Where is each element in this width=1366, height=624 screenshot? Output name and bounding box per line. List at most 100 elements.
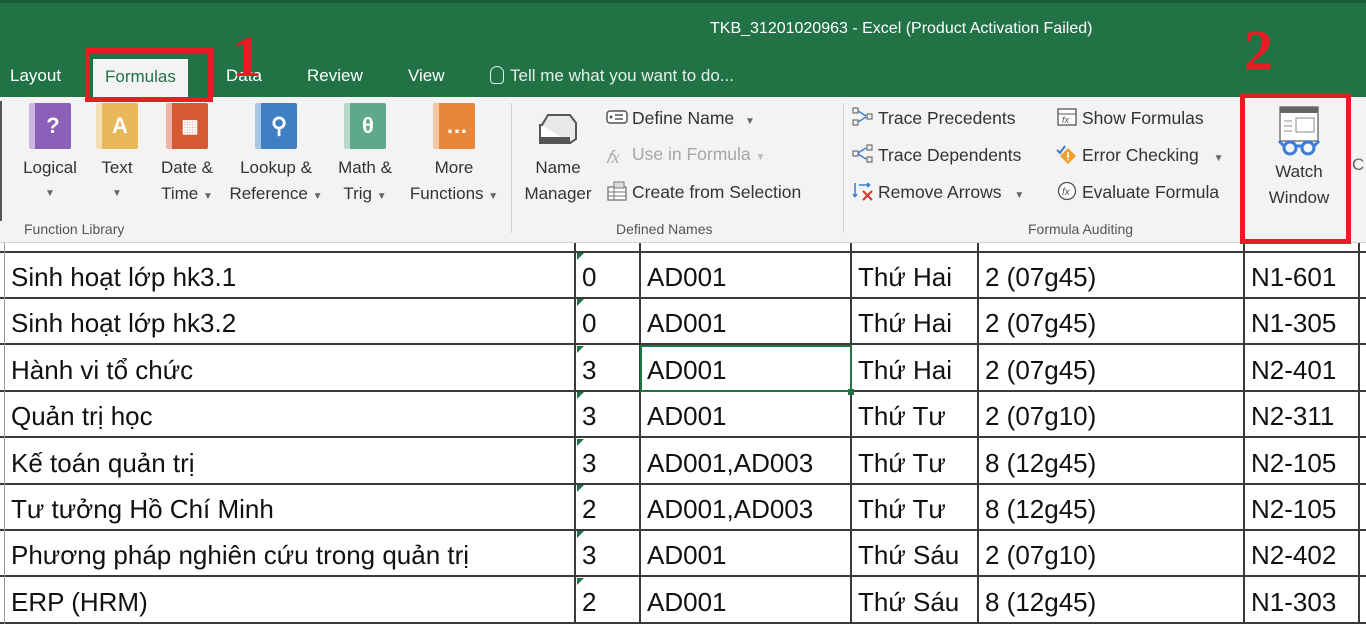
- cell-subject[interactable]: Phương pháp nghiên cứu trong quản trị: [5, 531, 574, 577]
- table-row: Sinh hoạt lớp hk3.1 0 AD001 Thứ Hai 2 (07g45…: [0, 253, 1366, 299]
- formula-auditing-label: Formula Auditing: [1028, 221, 1134, 237]
- lookup-reference-button[interactable]: ⚲ Lookup & Reference ▼: [224, 103, 328, 210]
- group-separator: [843, 103, 844, 233]
- tab-page-layout[interactable]: Layout: [10, 66, 61, 86]
- grid-line: [574, 243, 576, 624]
- date-time-button[interactable]: ▦ Date & Time ▼: [152, 103, 222, 210]
- cell-room[interactable]: N2-402: [1245, 531, 1358, 577]
- cell-credits[interactable]: 0: [576, 299, 639, 345]
- trace-precedents-icon: [852, 107, 873, 126]
- cell-subject[interactable]: ERP (HRM): [5, 578, 574, 624]
- cell-credits[interactable]: 0: [576, 253, 639, 299]
- cell-code[interactable]: AD001: [641, 392, 850, 438]
- cell-period[interactable]: 2 (07g10): [979, 531, 1243, 577]
- cell-room[interactable]: N1-303: [1245, 578, 1358, 624]
- more-functions-button[interactable]: … More Functions ▼: [404, 103, 504, 210]
- table-row: Kế toán quản trị 3 AD001,AD003 Thứ Tư 8 (12g…: [0, 438, 1366, 485]
- cell-code[interactable]: AD001: [641, 299, 850, 345]
- cell-room[interactable]: N2-311: [1245, 392, 1358, 438]
- header-remnant: [0, 243, 1366, 253]
- use-in-formula-button[interactable]: 𝑓x Use in Formula ▼: [606, 144, 765, 167]
- fill-handle[interactable]: [848, 389, 854, 395]
- cell-credits[interactable]: 3: [576, 346, 639, 392]
- cell-room[interactable]: N2-105: [1245, 439, 1358, 485]
- cell-credits[interactable]: 2: [576, 578, 639, 624]
- cell-subject[interactable]: Tư tưởng Hồ Chí Minh: [5, 485, 574, 531]
- tab-review[interactable]: Review: [307, 66, 363, 86]
- cell-day[interactable]: Thứ Sáu: [852, 578, 977, 624]
- cell-credits[interactable]: 3: [576, 439, 639, 485]
- table-row: Sinh hoạt lớp hk3.2 0 AD001 Thứ Hai 2 (07g45…: [0, 299, 1366, 346]
- cell-day[interactable]: Thứ Hai: [852, 346, 977, 392]
- trace-dependents-label: Trace Dependents: [878, 145, 1022, 165]
- cell-period[interactable]: 8 (12g45): [979, 578, 1243, 624]
- cell-credits[interactable]: 2: [576, 485, 639, 531]
- cell-credits[interactable]: 3: [576, 531, 639, 577]
- math-trig-label-2: Trig: [343, 184, 372, 203]
- evaluate-formula-label: Evaluate Formula: [1082, 182, 1220, 202]
- logical-button[interactable]: ? Logical ▼: [14, 103, 86, 207]
- calculation-options-partial[interactable]: C: [1352, 155, 1364, 175]
- cell-day[interactable]: Thứ Sáu: [852, 531, 977, 577]
- remove-arrows-button[interactable]: Remove Arrows ▼: [852, 181, 1024, 203]
- more-functions-label-2: Functions: [409, 184, 484, 203]
- define-name-button[interactable]: Define Name ▼: [606, 107, 755, 129]
- cell-day[interactable]: Thứ Hai: [852, 299, 977, 345]
- fx-icon: 𝑓x: [606, 147, 620, 167]
- math-trig-button[interactable]: θ Math & Trig ▼: [330, 103, 400, 210]
- name-manager-icon: [539, 114, 577, 144]
- annotation-box-watch-window: [1240, 93, 1351, 244]
- number-as-text-indicator-icon: [577, 577, 584, 585]
- cell-room[interactable]: N1-601: [1245, 253, 1358, 299]
- cell-period[interactable]: 8 (12g45): [979, 439, 1243, 485]
- cell-code[interactable]: AD001: [641, 578, 850, 624]
- tab-view[interactable]: View: [408, 66, 445, 86]
- evaluate-formula-icon: fx: [1057, 181, 1077, 201]
- number-as-text-indicator-icon: [577, 299, 584, 307]
- cell-room[interactable]: N2-401: [1245, 346, 1358, 392]
- table-row: Quản trị học 3 AD001 Thứ Tư 2 (07g10) N2-311: [0, 392, 1366, 439]
- chevron-down-icon: ▼: [1213, 153, 1224, 164]
- tell-me-placeholder: Tell me what you want to do...: [510, 66, 734, 85]
- show-formulas-button[interactable]: fx Show Formulas: [1056, 107, 1204, 129]
- grid-line: [1243, 243, 1245, 624]
- text-button[interactable]: A Text ▼: [94, 103, 140, 207]
- cell-subject[interactable]: Hành vi tổ chức: [5, 346, 574, 392]
- trace-dependents-button[interactable]: Trace Dependents: [852, 144, 1021, 166]
- cell-period[interactable]: 2 (07g45): [979, 253, 1243, 299]
- cell-subject[interactable]: Sinh hoạt lớp hk3.2: [5, 299, 574, 345]
- cell-period[interactable]: 2 (07g45): [979, 346, 1243, 392]
- cell-room[interactable]: N1-305: [1245, 299, 1358, 345]
- cell-day[interactable]: Thứ Tư: [852, 485, 977, 531]
- cell-period[interactable]: 8 (12g45): [979, 485, 1243, 531]
- cell-period[interactable]: 2 (07g45): [979, 299, 1243, 345]
- window-title: TKB_31201020963 - Excel (Product Activat…: [710, 20, 1093, 37]
- grid-line: [4, 243, 5, 624]
- evaluate-formula-button[interactable]: fx Evaluate Formula: [1056, 181, 1219, 203]
- create-from-selection-button[interactable]: Create from Selection: [606, 181, 801, 203]
- cell-subject[interactable]: Kế toán quản trị: [5, 439, 574, 485]
- cell-room[interactable]: N2-105: [1245, 485, 1358, 531]
- tell-me-box[interactable]: Tell me what you want to do...: [490, 66, 734, 86]
- cell-subject[interactable]: Quản trị học: [5, 392, 574, 438]
- cell-period[interactable]: 2 (07g10): [979, 392, 1243, 438]
- cell-code[interactable]: AD001,AD003: [641, 439, 850, 485]
- cell-day[interactable]: Thứ Tư: [852, 392, 977, 438]
- logical-label: Logical: [23, 158, 77, 177]
- remove-arrows-icon: [852, 182, 873, 201]
- cell-code[interactable]: AD001: [641, 253, 850, 299]
- cell-code[interactable]: AD001: [641, 531, 850, 577]
- grid-line: [639, 243, 641, 624]
- cell-day[interactable]: Thứ Hai: [852, 253, 977, 299]
- create-from-selection-label: Create from Selection: [632, 182, 802, 202]
- cell-credits[interactable]: 3: [576, 392, 639, 438]
- error-checking-button[interactable]: Error Checking ▼: [1056, 144, 1224, 166]
- cell-day[interactable]: Thứ Tư: [852, 439, 977, 485]
- trace-precedents-button[interactable]: Trace Precedents: [852, 107, 1015, 129]
- chevron-down-icon: ▼: [745, 116, 755, 127]
- error-checking-icon: [1056, 145, 1076, 164]
- cell-code[interactable]: AD001,AD003: [641, 485, 850, 531]
- remove-arrows-label: Remove Arrows: [878, 182, 1002, 202]
- cell-subject[interactable]: Sinh hoạt lớp hk3.1: [5, 253, 574, 299]
- name-manager-button[interactable]: Name Manager: [516, 107, 600, 207]
